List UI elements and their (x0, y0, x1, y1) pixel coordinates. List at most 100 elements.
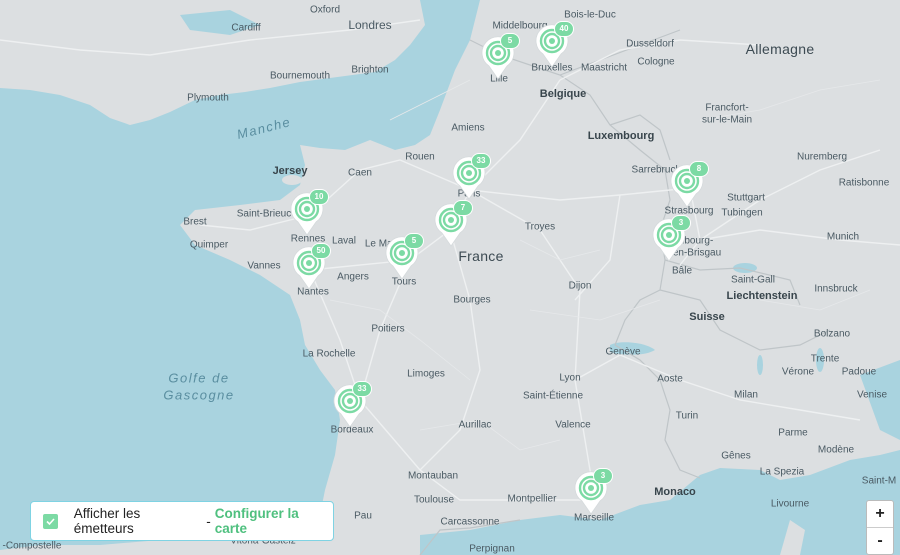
label-cardiff: Cardiff (231, 22, 261, 34)
label-bois-le-duc: Bois-le-Duc (564, 9, 616, 21)
label-dijon: Dijon (568, 280, 592, 292)
label-suisse: Suisse (689, 311, 725, 323)
label-nuremberg: Nuremberg (796, 151, 848, 163)
emitter-count-badge: 5 (500, 33, 520, 49)
marker-fribourg[interactable]: 3 (652, 215, 691, 262)
label-allemagne: Allemagne (745, 41, 815, 57)
label-belgique: Belgique (539, 88, 587, 100)
label-pau: Pau (354, 510, 372, 522)
emitter-count-badge: 33 (352, 381, 372, 397)
label-ratisbonne: Ratisbonne (838, 177, 890, 189)
marker-orleans[interactable]: 7 (434, 200, 473, 247)
label-brest: Brest (183, 216, 207, 228)
marker-rennes[interactable]: 10 (290, 189, 329, 236)
label-bournemouth: Bournemouth (269, 70, 331, 82)
label-angers: Angers (337, 271, 369, 283)
label-compostelle: -Compostelle (2, 540, 62, 552)
show-emitters-checkbox[interactable] (43, 513, 58, 529)
marker-nantes[interactable]: 50 (292, 243, 331, 290)
configure-map-link[interactable]: Configurer la carte (215, 506, 333, 536)
label-la-spezia: La Spezia (759, 466, 805, 478)
label-stuttgart: Stuttgart (727, 192, 765, 204)
marker-lille[interactable]: 5 (481, 33, 520, 80)
zoom-out-button[interactable]: - (867, 527, 893, 554)
label-venise: Venise (856, 389, 888, 401)
label-montauban: Montauban (407, 470, 459, 482)
emitter-count-badge: 3 (593, 468, 613, 484)
label-saint-brieuc: Saint-Brieuc (236, 208, 292, 220)
emitter-count-badge: 3 (671, 215, 691, 231)
label-genes: Gênes (721, 450, 751, 462)
emitter-count-badge: 8 (689, 161, 709, 177)
label-rouen: Rouen (405, 151, 435, 163)
label-padoue: Padoue (841, 366, 877, 378)
marker-bruxelles[interactable]: 40 (535, 21, 574, 68)
label-londres: Londres (348, 18, 392, 32)
label-trente: Trente (810, 353, 840, 365)
label-parme: Parme (778, 427, 808, 439)
label-livourne: Livourne (770, 498, 810, 510)
label-milan: Milan (734, 389, 758, 401)
marker-marseille[interactable]: 3 (574, 468, 613, 515)
emitters-legend: Afficher les émetteurs - Configurer la c… (30, 501, 334, 541)
label-france: France (458, 248, 504, 264)
label-innsbruck: Innsbruck (814, 283, 858, 295)
emitter-count-badge: 50 (311, 243, 331, 259)
label-bolzano: Bolzano (813, 328, 851, 340)
legend-separator: - (206, 513, 211, 529)
label-saint-m: Saint-M (861, 475, 897, 487)
zoom-control: + - (866, 500, 894, 555)
label-aoste: Aoste (657, 373, 683, 385)
label-lyon: Lyon (559, 372, 581, 384)
label-cologne: Cologne (637, 56, 675, 68)
label-tubingen: Tubingen (721, 207, 763, 219)
label-luxembourg: Luxembourg (587, 130, 655, 142)
label-modene: Modène (817, 444, 855, 456)
emitter-count-badge: 10 (309, 189, 329, 205)
map-view[interactable]: Oxford Londres Cardiff Bournemouth Brigh… (0, 0, 900, 555)
label-troyes: Troyes (524, 221, 556, 233)
checkmark-icon (46, 517, 55, 525)
zoom-in-button[interactable]: + (867, 501, 893, 527)
marker-bordeaux[interactable]: 33 (333, 381, 372, 428)
label-bourges: Bourges (453, 294, 491, 306)
label-jersey: Jersey (272, 165, 308, 177)
label-laval: Laval (332, 235, 356, 247)
label-vannes: Vannes (247, 260, 281, 272)
label-toulouse: Toulouse (413, 494, 455, 506)
label-carcassonne: Carcassonne (440, 516, 500, 528)
label-saint-gall: Saint-Gall (731, 274, 775, 286)
label-valence: Valence (555, 419, 591, 431)
marker-strasbourg[interactable]: 8 (670, 161, 709, 208)
emitter-count-badge: 40 (554, 21, 574, 37)
label-dusseldorf: Dusseldorf (626, 38, 674, 50)
label-maastricht: Maastricht (580, 62, 628, 74)
emitter-count-badge: 7 (453, 200, 473, 216)
show-emitters-label[interactable]: Afficher les émetteurs (74, 506, 202, 536)
label-saint-etienne: Saint-Étienne (522, 390, 584, 402)
label-oxford: Oxford (309, 4, 341, 16)
label-amiens: Amiens (451, 122, 485, 134)
emitter-count-badge: 5 (404, 233, 424, 249)
label-la-rochelle: La Rochelle (302, 348, 356, 360)
label-sur-le-main: sur-le-Main (701, 114, 753, 126)
label-aurillac: Aurillac (458, 419, 492, 431)
label-quimper: Quimper (189, 239, 229, 251)
marker-tours[interactable]: 5 (385, 233, 424, 280)
label-limoges: Limoges (407, 368, 445, 380)
label-caen: Caen (348, 167, 372, 179)
label-gascogne: Gascogne (163, 387, 235, 403)
label-golfe: Golfe de (168, 370, 230, 386)
label-monaco: Monaco (654, 486, 696, 498)
label-turin: Turin (675, 410, 699, 422)
label-liechtenstein: Liechtenstein (726, 290, 798, 302)
marker-paris[interactable]: 33 (452, 153, 491, 200)
label-frankfort: Francfort- (705, 102, 749, 114)
label-brighton: Brighton (351, 64, 389, 76)
label-poitiers: Poitiers (371, 323, 405, 335)
label-geneve: Genève (605, 346, 641, 358)
label-perpignan: Perpignan (469, 543, 515, 555)
emitter-count-badge: 33 (471, 153, 491, 169)
label-plymouth: Plymouth (187, 92, 229, 104)
label-montpellier: Montpellier (507, 493, 557, 505)
